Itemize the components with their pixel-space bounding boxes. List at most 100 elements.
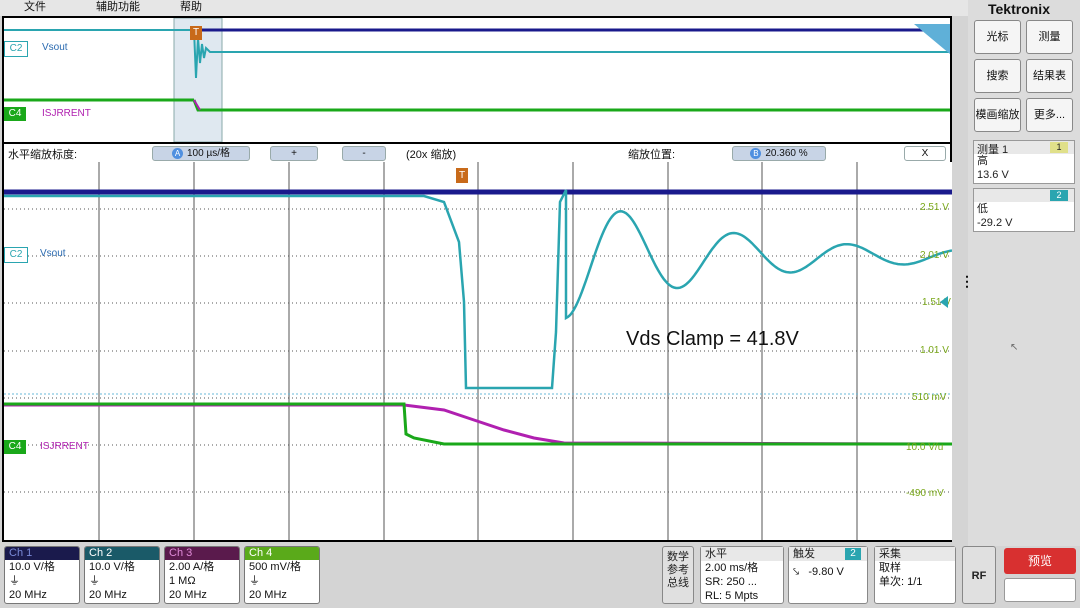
zoom-button[interactable]: 模画缩放 [974,98,1021,132]
ch3-impedance: 1 MΩ [169,575,196,587]
ch4-scale: 500 mV/格 [249,561,301,573]
ch1-scale: 10.0 V/格 [9,561,55,573]
menu-file[interactable]: 文件 [24,0,46,14]
horizontal-rl: RL: 5 Mpts [705,590,759,602]
ch3-name: Ch 3 [165,547,239,560]
math-ref-bus-button[interactable]: 数学参考总线 [662,546,694,604]
secondary-button[interactable] [1004,578,1076,602]
acquire-badge[interactable]: 采集 取样 单次: 1/1 [874,546,956,604]
meas2-badge: 2 [1050,190,1068,201]
meas2-name: 低 [977,203,988,215]
acquire-title: 采集 [875,547,955,561]
zoom-plot [4,162,952,540]
zoom-a-badge: A [171,148,183,159]
ov-ch4-name: ISJRRENT [42,108,91,119]
acquire-count: 单次: 1/1 [879,576,923,588]
trigger-source-badge: 2 [845,548,861,560]
ch3-scale: 2.00 A/格 [169,561,215,573]
meas2-value: -29.2 V [977,217,1013,229]
meas1-value: 13.6 V [977,169,1009,181]
falling-edge-icon: ⤥ [793,566,800,578]
overview-plot [4,18,950,142]
horizontal-title: 水平 [701,547,783,561]
zoom-ch2-badge[interactable]: C2 [4,247,28,263]
trigger-level: -9.80 V [808,566,844,578]
right-panel: Tektronix 光标 测量 搜索 结果表 模画缩放 更多... 测量 1 1 … [960,0,1080,546]
more-button[interactable]: 更多... [1026,98,1073,132]
trigger-title: 触发 [793,548,815,560]
meas1-name: 高 [977,155,988,167]
scale-label-1: 2.51 V [920,202,949,213]
menu-bar: 文件 辅助功能 帮助 [0,0,968,16]
trigger-badge[interactable]: 触发 2 ⤥ -9.80 V [788,546,868,604]
overview-corner-marker [914,24,950,54]
channel-3-badge[interactable]: Ch 3 2.00 A/格 1 MΩ 20 MHz [164,546,240,604]
menu-help[interactable]: 帮助 [180,0,202,14]
zoom-trigger-marker[interactable]: T [456,168,468,183]
trigger-level-row: ⤥ -9.80 V [789,565,867,579]
zoom-ch2-name: Vsout [40,248,66,259]
scale-label-6: -490 mV [906,488,944,499]
meas2-header: 2 [974,189,1074,202]
ov-trigger-marker[interactable]: T [190,26,202,40]
overview-waveform[interactable]: C2 Vsout C4 ISJRRENT T [2,16,952,144]
horizontal-badge[interactable]: 水平 2.00 ms/格 SR: 250 ... RL: 5 Mpts [700,546,784,604]
ch2-name: Ch 2 [85,547,159,560]
zoom-bar: 水平缩放标度: A 100 µs/格 + - (20x 缩放) 缩放位置: B 20… [2,144,952,162]
ov-ch2-name: Vsout [42,42,68,53]
ov-ch4-badge[interactable]: C4 [4,107,26,121]
meas1-badge: 1 [1050,142,1068,153]
measure-button[interactable]: 测量 [1026,20,1073,54]
zoom-factor: (20x 缩放) [406,149,457,161]
brand-logo: Tektronix [988,1,1050,17]
ch1-bw: 20 MHz [9,589,47,601]
zoom-ch4-name: ISJRRENT [40,441,89,452]
ov-ch2-badge[interactable]: C2 [4,41,28,57]
preview-button[interactable]: 预览 [1004,548,1076,574]
zoom-position-value: 20.360 % [765,148,808,159]
zoom-plus-button[interactable]: + [270,146,318,161]
search-button[interactable]: 搜索 [974,59,1021,93]
ch4-bw: 20 MHz [249,589,287,601]
scale-label-2: 2.01 V [920,250,949,261]
trigger-header: 触发 2 [789,547,867,561]
zoom-ch4-badge[interactable]: C4 [4,440,26,454]
results-table-button[interactable]: 结果表 [1026,59,1073,93]
panel-handle-icon[interactable]: ⋮ [960,274,974,288]
ch2-coupling-icon: ⏚ [89,575,100,587]
zoom-close-button[interactable]: X [904,146,946,161]
ch3-bw: 20 MHz [169,589,207,601]
zoom-scale-value: 100 µs/格 [186,148,230,159]
horizontal-sr: SR: 250 ... [705,576,757,588]
cursor-button[interactable]: 光标 [974,20,1021,54]
channel-4-badge[interactable]: Ch 4 500 mV/格 ⏚ 20 MHz [244,546,320,604]
zoom-plot-area[interactable]: C2 Vsout C4 ISJRRENT T Vds Clamp = 41.8V… [4,162,952,540]
scale-label-4: 1.01 V [920,345,949,356]
measurement-1-card[interactable]: 测量 1 1 高 13.6 V [973,140,1075,184]
rf-button[interactable]: RF [962,546,996,604]
ch4-name: Ch 4 [245,547,319,560]
meas1-header: 测量 1 1 [974,141,1074,156]
zoom-position-field[interactable]: B 20.360 % [732,146,826,161]
channel-2-badge[interactable]: Ch 2 10.0 V/格 ⏚ 20 MHz [84,546,160,604]
channel-1-badge[interactable]: Ch 1 10.0 V/格 ⏚ 20 MHz [4,546,80,604]
ch2-offset-marker[interactable] [940,296,948,308]
measurement-2-card[interactable]: 2 低 -29.2 V [973,188,1075,232]
zoom-scale-label: 水平缩放标度: [8,149,78,161]
bottom-bar: Ch 1 10.0 V/格 ⏚ 20 MHz Ch 2 10.0 V/格 ⏚ 2… [0,546,1080,608]
ch2-trace [193,29,950,79]
annotation-text: Vds Clamp = 41.8V [626,328,799,350]
ch4-trace [192,99,950,112]
zoom-b-badge: B [750,148,762,159]
ch1-coupling-icon: ⏚ [9,575,20,587]
zoom-position-label: 缩放位置: [628,149,676,161]
meas1-title: 测量 1 [977,144,1009,156]
zoom-minus-button[interactable]: - [342,146,386,161]
acquire-mode: 取样 [879,562,901,574]
zoom-scale-field[interactable]: A 100 µs/格 [152,146,250,161]
mouse-pointer-icon: ↖ [1010,342,1019,353]
ch2-bw: 20 MHz [89,589,127,601]
ch2-scale: 10.0 V/格 [89,561,135,573]
menu-accessibility[interactable]: 辅助功能 [96,0,140,14]
grid [4,162,952,540]
